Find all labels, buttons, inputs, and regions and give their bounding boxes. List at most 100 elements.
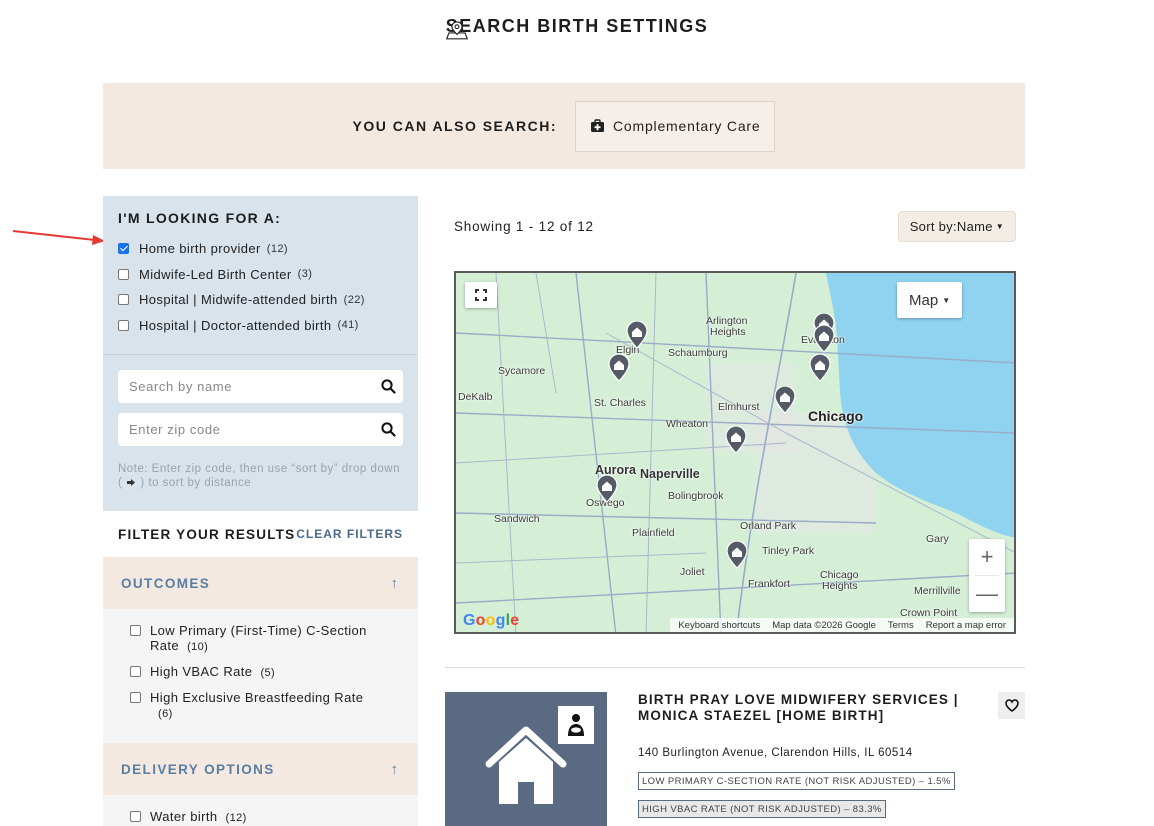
page-title-text: SEARCH BIRTH SETTINGS — [445, 16, 709, 36]
also-search-label: YOU CAN ALSO SEARCH: — [352, 118, 558, 134]
map-label: Wheaton — [666, 418, 709, 430]
checkbox[interactable] — [118, 268, 129, 280]
zip-search-field — [118, 413, 403, 446]
option-count: (22) — [343, 293, 365, 306]
sidebar: I'M LOOKING FOR A: Home birth provider (… — [103, 196, 418, 826]
map-marker-icon[interactable] — [774, 386, 796, 414]
option-label: Home birth provider — [139, 241, 261, 257]
terms-link[interactable]: Terms — [888, 620, 914, 631]
map-label: Naperville — [640, 467, 700, 481]
zoom-out-button[interactable]: — — [969, 576, 1005, 612]
map-label: Sandwich — [494, 513, 540, 525]
outcome-label: High Exclusive Breastfeeding Rate (6) — [150, 690, 364, 720]
caret-down-icon: ▼ — [942, 295, 951, 305]
map-footer: Keyboard shortcuts Map data ©2026 Google… — [670, 618, 1014, 632]
option-label: Hospital | Doctor-attended birth — [139, 317, 332, 333]
vbac-rate-badge: HIGH VBAC RATE (NOT RISK ADJUSTED) – 83.… — [638, 800, 886, 818]
checkbox[interactable] — [130, 692, 141, 703]
option-label: Hospital | Midwife-attended birth — [139, 292, 338, 308]
map-marker-icon[interactable] — [726, 541, 748, 569]
listing-thumbnail[interactable] — [445, 692, 607, 826]
complementary-care-button[interactable]: Complementary Care — [575, 100, 776, 152]
sort-value: Name — [956, 219, 993, 234]
map-label: Orland Park — [740, 520, 797, 532]
map-label: Heights — [822, 580, 858, 592]
map-label: Merrillville — [914, 585, 961, 597]
outcome-item[interactable]: Low Primary (First-Time) C-Section Rate … — [130, 623, 398, 655]
outcome-item[interactable]: High VBAC Rate (5) — [130, 664, 398, 681]
medical-bag-icon — [591, 119, 605, 132]
checkbox[interactable] — [118, 294, 129, 306]
fullscreen-button[interactable] — [465, 282, 497, 308]
map-marker-icon[interactable] — [725, 426, 747, 454]
option-count: (41) — [337, 319, 359, 332]
results-header: Showing 1 - 12 of 12 Sort by: Name ▼ — [454, 211, 1016, 242]
map-label: Plainfield — [632, 527, 675, 539]
map-label: Sycamore — [498, 365, 546, 377]
search-panel: Note: Enter zip code, then use “sort by”… — [103, 354, 418, 511]
delivery-item[interactable]: Water birth (12) — [130, 809, 398, 826]
checkbox[interactable] — [118, 319, 129, 331]
sort-label: Sort by: — [909, 219, 957, 234]
arrow-up-icon: ↑ — [390, 760, 399, 778]
option-label: Midwife-Led Birth Center — [139, 266, 292, 282]
map-marker-icon[interactable] — [626, 321, 648, 349]
caret-down-icon: ▼ — [995, 222, 1004, 231]
zoom-in-button[interactable]: + — [969, 539, 1005, 575]
outcomes-list: Low Primary (First-Time) C-Section Rate … — [103, 609, 418, 743]
option-birth-center[interactable]: Midwife-Led Birth Center (3) — [118, 262, 403, 288]
map-marker-icon[interactable] — [809, 354, 831, 382]
delivery-list: Water birth (12) — [103, 795, 418, 826]
option-hospital-doctor[interactable]: Hospital | Doctor-attended birth (41) — [118, 313, 403, 339]
red-arrow-annotation — [12, 230, 105, 245]
also-search-bar: YOU CAN ALSO SEARCH: Complementary Care — [103, 83, 1025, 169]
zip-code-input[interactable] — [118, 413, 403, 446]
fullscreen-icon — [475, 289, 487, 301]
looking-for-heading: I'M LOOKING FOR A: — [118, 210, 282, 226]
map-pin-icon — [445, 21, 468, 40]
checkbox[interactable] — [130, 666, 141, 677]
map-label: Frankfort — [748, 578, 791, 590]
map-label: DeKalb — [458, 391, 493, 403]
listing-name[interactable]: BIRTH PRAY LOVE MIDWIFERY SERVICES | MON… — [638, 692, 968, 724]
heart-icon — [1004, 699, 1019, 712]
option-home-birth[interactable]: Home birth provider (12) — [118, 236, 403, 262]
outcome-label: Low Primary (First-Time) C-Section Rate … — [150, 623, 367, 653]
map-data-text: Map data ©2026 Google — [772, 619, 876, 631]
page-title: SEARCH BIRTH SETTINGS — [0, 16, 1154, 40]
checkbox[interactable] — [130, 811, 141, 822]
map-marker-icon[interactable] — [596, 475, 618, 503]
map-label: Heights — [710, 326, 746, 338]
map-label: Elmhurst — [718, 401, 760, 413]
search-icon[interactable] — [381, 422, 396, 437]
search-icon[interactable] — [381, 379, 396, 394]
house-icon — [485, 726, 567, 804]
clear-filters-button[interactable]: CLEAR FILTERS — [296, 527, 403, 541]
outcome-item[interactable]: High Exclusive Breastfeeding Rate (6) — [130, 690, 398, 722]
checkbox-checked[interactable] — [118, 243, 129, 255]
arrow-up-icon: ↑ — [390, 574, 399, 592]
map-marker-icon[interactable] — [813, 325, 835, 353]
keyboard-shortcuts-link[interactable]: Keyboard shortcuts — [678, 620, 760, 631]
complementary-care-label: Complementary Care — [613, 118, 761, 134]
filter-header: FILTER YOUR RESULTS CLEAR FILTERS — [103, 511, 418, 557]
map[interactable]: Map ▼ + — Arlington Heights Elgin Schaumb… — [454, 271, 1016, 634]
checkbox[interactable] — [130, 625, 141, 636]
report-error-link[interactable]: Report a map error — [926, 620, 1006, 631]
map-type-button[interactable]: Map ▼ — [897, 282, 963, 318]
divider — [445, 667, 1025, 668]
outcomes-accordion-header[interactable]: OUTCOMES ↑ — [103, 557, 418, 609]
map-label: Bolingbrook — [668, 490, 724, 502]
map-label: Chicago — [808, 408, 864, 424]
listing-card: BIRTH PRAY LOVE MIDWIFERY SERVICES | MON… — [445, 692, 1025, 826]
zip-note-text-after: ) to sort by distance — [140, 477, 252, 489]
name-search-input[interactable] — [118, 370, 403, 403]
option-hospital-midwife[interactable]: Hospital | Midwife-attended birth (22) — [118, 287, 403, 313]
favorite-button[interactable] — [998, 692, 1025, 719]
sort-dropdown[interactable]: Sort by: Name ▼ — [897, 211, 1016, 242]
delivery-accordion-header[interactable]: DELIVERY OPTIONS ↑ — [103, 743, 418, 795]
map-marker-icon[interactable] — [608, 354, 630, 382]
option-count: (12) — [266, 242, 288, 255]
listing-address: 140 Burlington Avenue, Clarendon Hills, … — [638, 747, 913, 759]
outcomes-heading: OUTCOMES — [121, 575, 211, 591]
